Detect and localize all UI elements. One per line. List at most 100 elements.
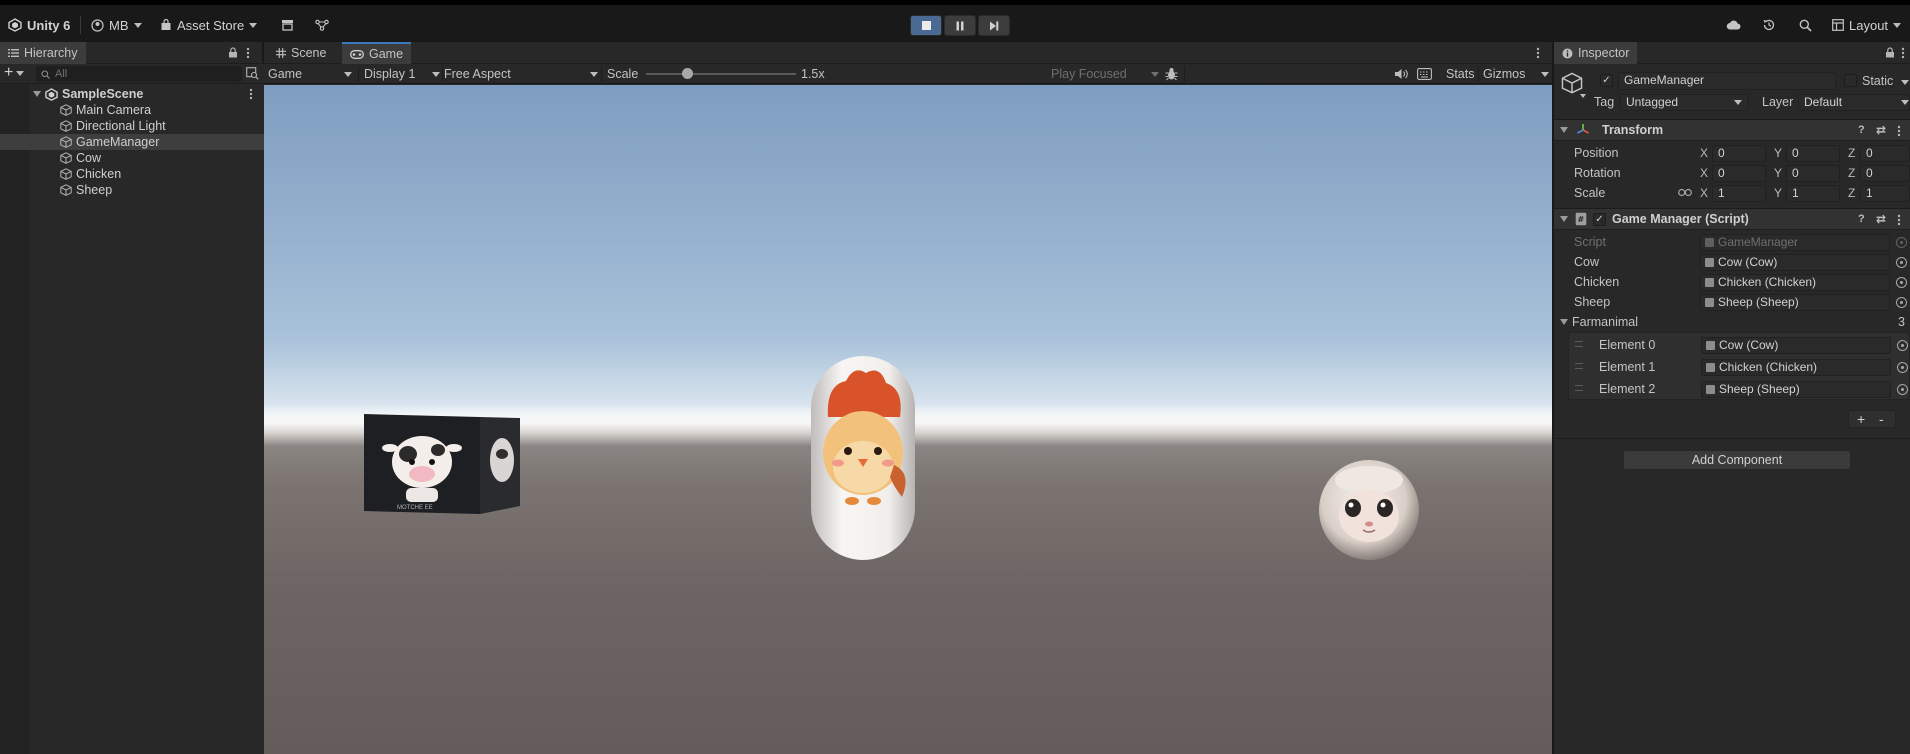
bug-icon[interactable] <box>1165 67 1178 81</box>
position-x-field[interactable]: 0 <box>1712 145 1766 162</box>
version-control-icon[interactable] <box>313 16 331 34</box>
more-options-icon[interactable] <box>1897 125 1901 137</box>
active-checkbox[interactable]: ✓ <box>1600 74 1613 87</box>
cloud-icon[interactable] <box>1724 16 1742 34</box>
lock-icon[interactable] <box>1885 47 1895 58</box>
expand-arrow-icon <box>33 91 41 97</box>
scene-row[interactable]: SampleScene <box>0 86 264 102</box>
help-icon[interactable]: ? <box>1858 213 1865 225</box>
tab-scene[interactable]: Scene <box>268 42 334 64</box>
tab-hierarchy[interactable]: Hierarchy <box>0 42 86 64</box>
more-options-icon[interactable] <box>246 47 250 59</box>
object-picker-icon[interactable] <box>1896 277 1907 288</box>
game-manager-script-header[interactable]: # ✓ Game Manager (Script) ? ⇄ <box>1554 208 1910 230</box>
script-enabled-checkbox[interactable]: ✓ <box>1593 212 1606 226</box>
element-1-object-field[interactable]: Chicken (Chicken) <box>1701 359 1891 376</box>
create-dropdown[interactable]: + <box>4 65 25 81</box>
element-2-object-field[interactable]: Sheep (Sheep) <box>1701 381 1891 398</box>
drag-handle-icon[interactable] <box>1575 385 1583 391</box>
display-dropdown[interactable]: Display 1 <box>364 64 440 84</box>
more-options-icon[interactable] <box>1901 47 1905 59</box>
drag-handle-icon[interactable] <box>1575 363 1583 369</box>
cow-cube-object[interactable]: MOTCHE EE <box>362 412 522 516</box>
hierarchy-item-main-camera[interactable]: Main Camera <box>0 102 264 118</box>
pause-button[interactable] <box>944 15 976 36</box>
static-checkbox[interactable] <box>1844 74 1857 87</box>
scale-slider-thumb[interactable] <box>681 68 693 79</box>
y-axis-label: Y <box>1774 166 1783 180</box>
chevron-down-icon <box>16 70 25 76</box>
farmanimal-count[interactable]: 3 <box>1898 315 1905 329</box>
more-options-icon[interactable] <box>249 88 253 100</box>
static-label: Static <box>1862 74 1894 88</box>
drag-handle-icon[interactable] <box>1575 341 1583 347</box>
rotation-y-field[interactable]: 0 <box>1786 165 1840 182</box>
more-options-icon[interactable] <box>1536 47 1540 59</box>
archive-icon[interactable] <box>278 16 296 34</box>
tab-inspector[interactable]: Inspector <box>1554 42 1638 64</box>
hierarchy-item-cow[interactable]: Cow <box>0 150 264 166</box>
keyboard-icon[interactable] <box>1417 68 1432 80</box>
object-name-field[interactable]: GameManager <box>1618 72 1836 90</box>
stats-button[interactable]: Stats <box>1446 64 1475 84</box>
scale-x-field[interactable]: 1 <box>1712 185 1766 202</box>
object-picker-icon[interactable] <box>1896 297 1907 308</box>
hierarchy-search-input[interactable]: All <box>36 66 242 82</box>
sheep-object-field[interactable]: Sheep (Sheep) <box>1700 294 1890 311</box>
history-icon[interactable] <box>1760 16 1778 34</box>
play-focused-dropdown[interactable]: Play Focused <box>1051 64 1159 84</box>
hierarchy-item-chicken[interactable]: Chicken <box>0 166 264 182</box>
chicken-object-field[interactable]: Chicken (Chicken) <box>1700 274 1890 291</box>
cow-object-field[interactable]: Cow (Cow) <box>1700 254 1890 271</box>
rotation-x-field[interactable]: 0 <box>1712 165 1766 182</box>
object-picker-icon[interactable] <box>1897 362 1908 373</box>
constrain-proportions-link-icon[interactable] <box>1678 188 1692 197</box>
object-picker-icon[interactable] <box>1897 340 1908 351</box>
gameobject-cube-icon <box>60 168 72 180</box>
gameobject-cube-icon <box>1561 72 1583 94</box>
asset-store-dropdown[interactable]: Asset Store <box>160 14 258 36</box>
game-viewport[interactable]: MOTCHE EE <box>264 85 1552 754</box>
chicken-capsule-object[interactable] <box>810 355 916 561</box>
aspect-dropdown[interactable]: Free Aspect <box>444 64 598 84</box>
scale-z-field[interactable]: 1 <box>1860 185 1910 202</box>
position-z-field[interactable]: 0 <box>1860 145 1910 162</box>
presets-icon[interactable]: ⇄ <box>1876 123 1886 137</box>
hierarchy-item-gamemanager[interactable]: GameManager <box>0 134 264 150</box>
help-icon[interactable]: ? <box>1858 124 1865 136</box>
icon-dropdown-arrow[interactable] <box>1580 94 1586 98</box>
tab-game[interactable]: Game <box>342 42 412 64</box>
scale-y-field[interactable]: 1 <box>1786 185 1840 202</box>
rotation-z-field[interactable]: 0 <box>1860 165 1910 182</box>
position-y-field[interactable]: 0 <box>1786 145 1840 162</box>
audio-mute-icon[interactable] <box>1394 68 1408 80</box>
gizmos-dropdown[interactable]: Gizmos <box>1483 64 1549 84</box>
object-picker-icon[interactable] <box>1896 257 1907 268</box>
tag-dropdown[interactable]: Untagged <box>1620 94 1748 111</box>
search-filter-icon[interactable] <box>246 67 259 80</box>
more-options-icon[interactable] <box>1897 214 1901 226</box>
hierarchy-item-directional-light[interactable]: Directional Light <box>0 118 264 134</box>
object-picker-icon[interactable] <box>1897 384 1908 395</box>
hierarchy-item-sheep[interactable]: Sheep <box>0 182 264 198</box>
scale-slider[interactable] <box>646 68 796 79</box>
y-axis-label: Y <box>1774 146 1783 160</box>
element-0-object-field[interactable]: Cow (Cow) <box>1701 337 1891 354</box>
step-button[interactable] <box>978 15 1010 36</box>
add-element-button[interactable]: + <box>1857 411 1865 427</box>
stop-button[interactable] <box>910 15 942 36</box>
add-component-button[interactable]: Add Component <box>1623 450 1851 470</box>
farmanimal-list-header[interactable]: Farmanimal 3 <box>1554 312 1910 332</box>
view-type-dropdown[interactable]: Game <box>268 64 356 84</box>
account-dropdown[interactable]: MB <box>91 14 142 36</box>
presets-icon[interactable]: ⇄ <box>1876 212 1886 226</box>
sheep-sphere-object[interactable] <box>1317 458 1421 562</box>
chevron-down-icon[interactable] <box>1901 80 1909 85</box>
remove-element-button[interactable]: - <box>1879 411 1884 427</box>
layout-dropdown[interactable]: Layout <box>1832 14 1902 36</box>
lock-icon[interactable] <box>228 47 238 58</box>
layer-dropdown[interactable]: Default <box>1798 94 1910 111</box>
search-icon[interactable] <box>1796 16 1814 34</box>
transform-header[interactable]: Transform ? ⇄ <box>1554 119 1910 141</box>
unity-menu[interactable]: Unity 6 <box>8 14 70 36</box>
